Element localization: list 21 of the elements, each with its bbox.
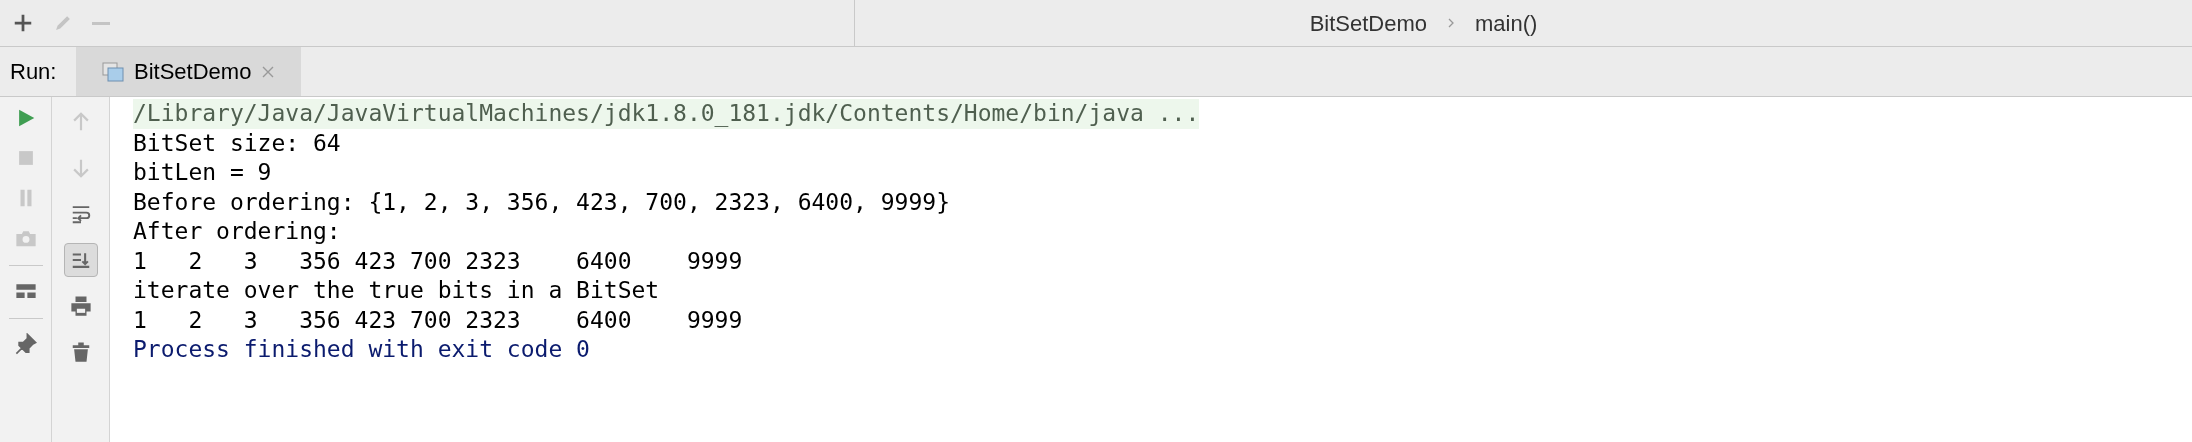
console-line: Before ordering: {1, 2, 3, 356, 423, 700, 2323, 6400, 9999}: [133, 187, 950, 217]
breadcrumb-item[interactable]: main(): [1475, 6, 1538, 40]
console-line: bitLen = 9: [133, 158, 272, 187]
console-line: BitSet size: 64: [133, 128, 341, 158]
tab-label: BitSetDemo: [134, 58, 252, 86]
close-icon[interactable]: [261, 64, 276, 79]
console-line: After ordering:: [133, 217, 341, 246]
console-line: 1 2 3 356 423 700 2323 6400 9999: [133, 246, 743, 276]
run-label: Run:: [9, 58, 58, 86]
console-window-icon: [102, 61, 124, 82]
pin-icon: [14, 333, 37, 355]
console-line: Process finished with exit code 0: [133, 335, 590, 364]
chevron-icon: [1447, 17, 1455, 29]
plus-icon: [12, 12, 34, 34]
breadcrumb-item[interactable]: BitSetDemo: [1309, 6, 1427, 40]
minus-icon: [92, 21, 110, 25]
printer-icon: [69, 295, 92, 317]
console-line: iterate over the true bits in a BitSet: [133, 276, 660, 305]
console-line: 1 2 3 356 423 700 2323 6400 9999: [133, 305, 743, 335]
run-tab[interactable]: BitSetDemo: [76, 47, 302, 96]
toolbar-button[interactable]: [63, 243, 98, 277]
